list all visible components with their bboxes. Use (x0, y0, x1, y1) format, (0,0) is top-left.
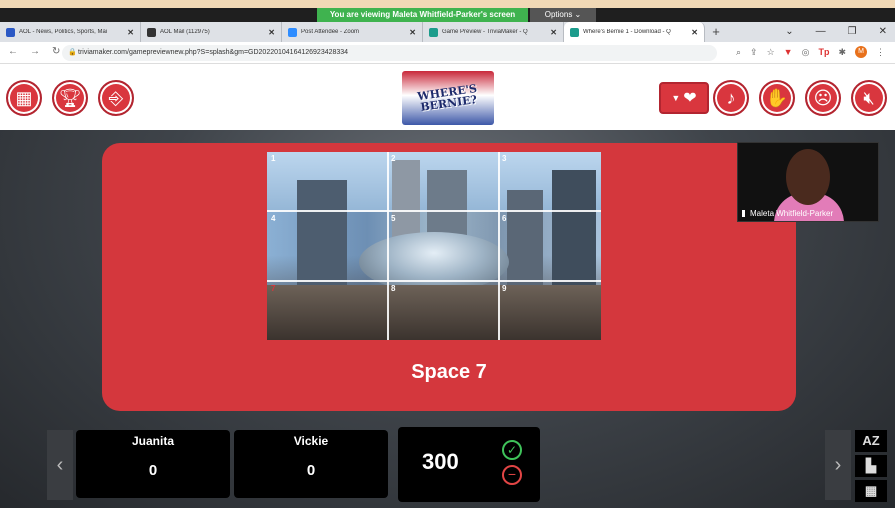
screen-share-bar: You are viewing Maleta Whitfield-Parker'… (0, 8, 895, 22)
tile-number: 7 (271, 284, 276, 293)
tab-game-preview[interactable]: Game Preview - TriviaMaker - Q ✕ (423, 22, 564, 42)
reload-icon[interactable]: ↻ (52, 46, 60, 57)
address-bar: ← → ↻ 🔒 triviamaker.com/gamepreviewnew.p… (0, 42, 895, 64)
tile-number: 4 (271, 214, 276, 223)
heart-icon: ❤ (683, 90, 697, 107)
player-card[interactable]: Juanita 0 (76, 430, 230, 498)
tile-number: 6 (502, 214, 507, 223)
tab-title: Game Preview - TriviaMaker - Q (442, 29, 528, 35)
extension-icon[interactable]: ◎ (802, 47, 810, 58)
window-close-icon[interactable]: ✕ (879, 22, 887, 42)
tile-number: 8 (391, 284, 396, 293)
close-icon[interactable]: ✕ (127, 28, 134, 37)
grid-icon: ▦ (15, 87, 33, 108)
sort-rank-button[interactable]: ▙ (855, 455, 887, 477)
tile-number: 3 (502, 154, 507, 163)
zoom-icon (288, 27, 297, 37)
tile-number: 2 (391, 154, 396, 163)
screen-share-message: You are viewing Maleta Whitfield-Parker'… (317, 8, 528, 22)
door-icon: ⎆ (108, 87, 124, 108)
minimize-icon[interactable]: — (816, 22, 826, 42)
sort-alpha-button[interactable]: AZ (855, 430, 887, 452)
tab-title: AOL Mail (112975) (160, 29, 210, 35)
close-icon[interactable]: ✕ (268, 28, 275, 37)
caret-down-icon: ▼ (671, 93, 681, 103)
player-score: 0 (148, 462, 158, 479)
scroll-right-button[interactable]: › (825, 430, 851, 500)
close-icon[interactable]: ✕ (691, 28, 698, 37)
grid-icon: ▦ (864, 483, 878, 498)
extensions-puzzle-icon[interactable]: ✱ (838, 47, 846, 58)
podium-icon: ▙ (866, 458, 876, 473)
browser-tab-strip: AOL - News, Politics, Sports, Mai ✕ AOL … (0, 22, 895, 42)
close-icon[interactable]: ✕ (409, 28, 416, 37)
sad-sound-button[interactable]: ☹ (805, 80, 841, 116)
extension-icon[interactable]: Tp (818, 47, 829, 57)
aol-icon (6, 27, 15, 37)
tab-wheres-bernie[interactable]: Where's Bernie 1 - Download - Q ✕ (564, 22, 705, 42)
triviamaker-icon (570, 27, 579, 37)
mute-button[interactable]: 🔇︎ (851, 80, 887, 116)
forward-icon[interactable]: → (30, 46, 40, 57)
board-grid-button[interactable]: ▦ (6, 80, 42, 116)
applause-button[interactable]: ✋ (759, 80, 795, 116)
game-stage: 1 2 3 4 5 6 7 8 9 Space 7 Maleta Whitfie… (0, 130, 895, 508)
player-name: Juanita (131, 434, 174, 448)
music-button[interactable]: ♪ (713, 80, 749, 116)
wheres-bernie-logo: WHERE'S BERNIE? (402, 71, 494, 125)
new-tab-button[interactable]: + (705, 22, 727, 42)
player-name: Vickie (293, 434, 329, 448)
points-value: 300 (422, 449, 459, 474)
answer-text: Space 7 (411, 361, 487, 383)
url-field[interactable]: 🔒 triviamaker.com/gamepreviewnew.php?S=s… (62, 45, 717, 61)
tile-number: 1 (271, 154, 276, 163)
favorite-dropdown-button[interactable]: ▼ ❤ (659, 82, 709, 114)
puzzle-image: 1 2 3 4 5 6 7 8 9 (267, 152, 601, 340)
menu-kebab-icon[interactable]: ⋮ (876, 47, 885, 58)
music-note-icon: ♪ (726, 87, 736, 108)
exit-button[interactable]: ⎆ (98, 80, 134, 116)
cloud-gate-sculpture (359, 232, 509, 292)
back-icon[interactable]: ← (8, 46, 18, 57)
correct-check-icon[interactable]: ✓ (502, 440, 522, 460)
speaker-mute-icon: 🔇︎ (863, 87, 875, 108)
tab-aol-mail[interactable]: AOL Mail (112975) ✕ (141, 22, 282, 42)
scroll-left-button[interactable]: ‹ (47, 430, 73, 500)
mail-icon (147, 27, 156, 37)
grid-view-button[interactable]: ▦ (855, 480, 887, 502)
participant-video[interactable]: Maleta Whitfield-Parker (737, 142, 879, 222)
tab-aol-news[interactable]: AOL - News, Politics, Sports, Mai ✕ (0, 22, 141, 42)
player-card[interactable]: Vickie 0 (234, 430, 388, 498)
share-options-button[interactable]: Options ⌄ (530, 8, 596, 22)
player-score: 0 (306, 462, 316, 479)
tab-title: Where's Bernie 1 - Download - Q (583, 29, 671, 35)
tab-zoom[interactable]: Post Attendee - Zoom ✕ (282, 22, 423, 42)
profile-avatar[interactable]: M (855, 46, 867, 58)
sad-face-icon: ☹ (813, 87, 833, 108)
clap-icon: ✋ (765, 87, 789, 108)
participant-face (786, 149, 830, 205)
tile-number: 5 (391, 214, 396, 223)
sort-label: AZ (862, 433, 880, 448)
zoom-icon[interactable]: ⌕ (736, 47, 741, 58)
game-header: ▦ 🏆︎ ⎆ WHERE'S BERNIE? ▼ ❤ ♪ ✋ ☹ 🔇︎ (0, 64, 895, 130)
tab-search-icon[interactable]: ⌄ (785, 22, 793, 42)
trophy-icon: 🏆︎ (58, 87, 82, 108)
tab-title: AOL - News, Politics, Sports, Mai (19, 29, 108, 35)
lock-icon: 🔒 (68, 49, 77, 56)
question-card: 1 2 3 4 5 6 7 8 9 Space 7 (102, 143, 796, 411)
bookmark-star-icon[interactable]: ☆ (767, 47, 775, 58)
points-panel: 300 ✓ − (398, 427, 540, 502)
participant-name: Maleta Whitfield-Parker (742, 209, 833, 218)
tab-title: Post Attendee - Zoom (301, 29, 360, 35)
triviamaker-icon (429, 27, 438, 37)
share-icon[interactable]: ⇪ (750, 47, 758, 58)
restore-icon[interactable]: ❐ (848, 22, 857, 42)
url-text: triviamaker.com/gamepreviewnew.php?S=spl… (78, 49, 349, 56)
tile-number: 9 (502, 284, 507, 293)
wrong-minus-icon[interactable]: − (502, 465, 522, 485)
leaderboard-button[interactable]: 🏆︎ (52, 80, 88, 116)
close-icon[interactable]: ✕ (550, 28, 557, 37)
extension-icon[interactable]: ▼ (784, 47, 793, 57)
